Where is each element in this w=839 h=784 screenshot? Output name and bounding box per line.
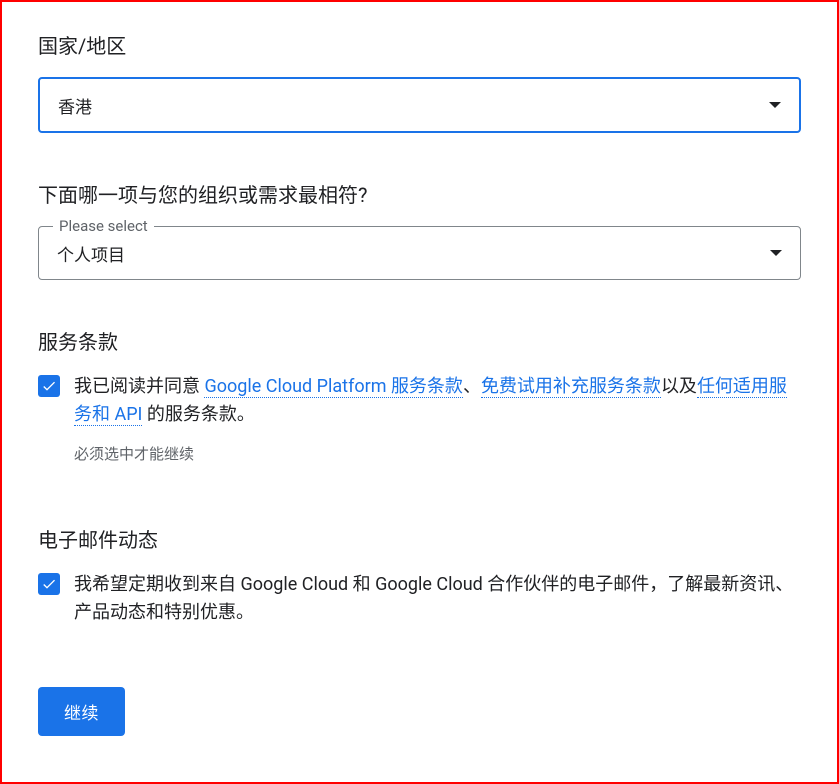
terms-label: 服务条款 bbox=[38, 326, 801, 355]
org-type-select[interactable]: Please select 个人项目 bbox=[38, 226, 801, 280]
org-type-floating-label: Please select bbox=[53, 217, 154, 235]
terms-checkbox-row: 我已阅读并同意 Google Cloud Platform 服务条款、免费试用补… bbox=[38, 373, 801, 429]
email-section: 电子邮件动态 我希望定期收到来自 Google Cloud 和 Google C… bbox=[38, 524, 801, 627]
terms-text: 我已阅读并同意 Google Cloud Platform 服务条款、免费试用补… bbox=[74, 373, 801, 429]
free-trial-terms-link[interactable]: 免费试用补充服务条款 bbox=[481, 376, 661, 398]
check-icon bbox=[41, 576, 57, 592]
terms-section: 服务条款 我已阅读并同意 Google Cloud Platform 服务条款、… bbox=[38, 326, 801, 464]
chevron-down-icon bbox=[769, 102, 781, 108]
country-section: 国家/地区 香港 bbox=[38, 30, 801, 133]
country-value: 香港 bbox=[58, 93, 769, 118]
email-label: 电子邮件动态 bbox=[38, 524, 801, 553]
terms-checkbox[interactable] bbox=[38, 375, 60, 397]
form-container: 国家/地区 香港 下面哪一项与您的组织或需求最相符? Please select… bbox=[0, 0, 839, 784]
country-label: 国家/地区 bbox=[38, 30, 801, 59]
email-checkbox[interactable] bbox=[38, 573, 60, 595]
country-select[interactable]: 香港 bbox=[38, 77, 801, 133]
email-checkbox-row: 我希望定期收到来自 Google Cloud 和 Google Cloud 合作… bbox=[38, 571, 801, 627]
check-icon bbox=[41, 378, 57, 394]
org-type-value: 个人项目 bbox=[57, 241, 770, 266]
email-text: 我希望定期收到来自 Google Cloud 和 Google Cloud 合作… bbox=[74, 571, 801, 627]
org-type-label: 下面哪一项与您的组织或需求最相符? bbox=[38, 179, 801, 208]
continue-button[interactable]: 继续 bbox=[38, 687, 125, 736]
terms-helper: 必须选中才能继续 bbox=[74, 443, 801, 464]
org-type-section: 下面哪一项与您的组织或需求最相符? Please select 个人项目 bbox=[38, 179, 801, 280]
chevron-down-icon bbox=[770, 250, 782, 256]
gcp-terms-link[interactable]: Google Cloud Platform 服务条款 bbox=[204, 376, 462, 398]
